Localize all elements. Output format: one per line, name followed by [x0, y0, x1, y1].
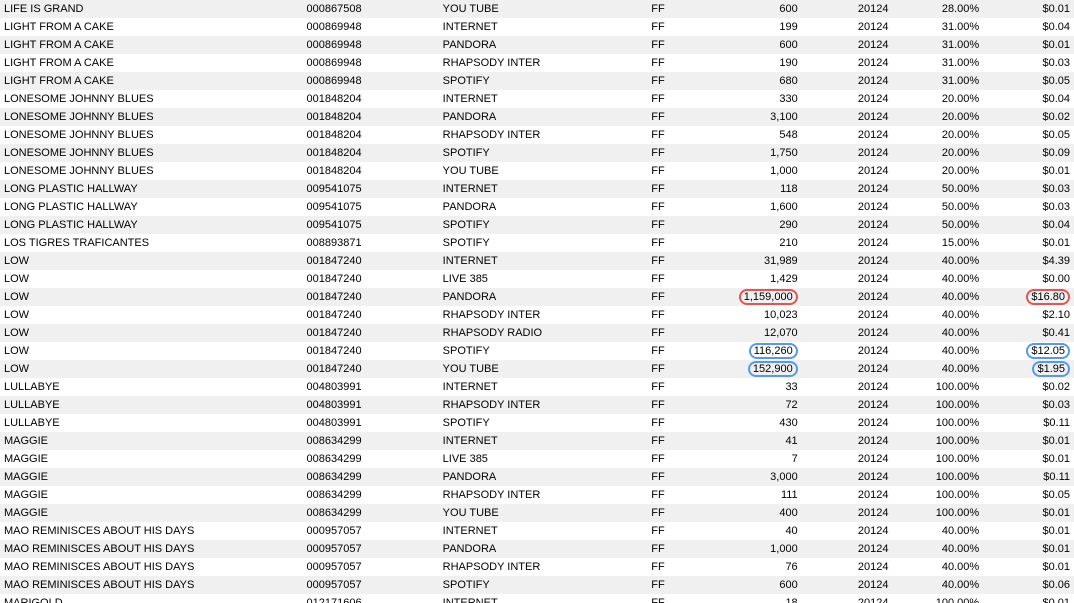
- table-row: LIGHT FROM A CAKE000869948RHAPSODY INTER…: [0, 54, 1074, 72]
- table-row: LIGHT FROM A CAKE000869948PANDORAFF60020…: [0, 36, 1074, 54]
- table-row: MAGGIE008634299RHAPSODY INTERFF111201241…: [0, 486, 1074, 504]
- table-row: LONESOME JOHNNY BLUES001848204PANDORAFF3…: [0, 108, 1074, 126]
- table-row: LOW001847240YOU TUBEFF152,9002012440.00%…: [0, 360, 1074, 378]
- table-row: MAGGIE008634299LIVE 385FF720124100.00%$0…: [0, 450, 1074, 468]
- table-row: MAO REMINISCES ABOUT HIS DAYS000957057IN…: [0, 522, 1074, 540]
- main-table-container[interactable]: LIFE IS GRAND000867508YOU TUBEFF60020124…: [0, 0, 1074, 603]
- table-row: LULLABYE004803991SPOTIFYFF43020124100.00…: [0, 414, 1074, 432]
- table-row: LOW001847240LIVE 385FF1,4292012440.00%$0…: [0, 270, 1074, 288]
- table-row: MAGGIE008634299INTERNETFF4120124100.00%$…: [0, 432, 1074, 450]
- table-row: LOW001847240RHAPSODY RADIOFF12,070201244…: [0, 324, 1074, 342]
- table-row: LOW001847240INTERNETFF31,9892012440.00%$…: [0, 252, 1074, 270]
- table-row: LOS TIGRES TRAFICANTES008893871SPOTIFYFF…: [0, 234, 1074, 252]
- table-row: LIGHT FROM A CAKE000869948INTERNETFF1992…: [0, 18, 1074, 36]
- table-row: LULLABYE004803991INTERNETFF3320124100.00…: [0, 378, 1074, 396]
- table-row: LONESOME JOHNNY BLUES001848204INTERNETFF…: [0, 90, 1074, 108]
- table-row: LIFE IS GRAND000867508YOU TUBEFF60020124…: [0, 0, 1074, 18]
- table-row: LONG PLASTIC HALLWAY009541075PANDORAFF1,…: [0, 198, 1074, 216]
- table-row: LOW001847240PANDORAFF1,159,0002012440.00…: [0, 288, 1074, 306]
- royalties-table: LIFE IS GRAND000867508YOU TUBEFF60020124…: [0, 0, 1074, 603]
- table-row: MAO REMINISCES ABOUT HIS DAYS000957057SP…: [0, 576, 1074, 594]
- table-row: LONESOME JOHNNY BLUES001848204SPOTIFYFF1…: [0, 144, 1074, 162]
- table-row: LONESOME JOHNNY BLUES001848204RHAPSODY I…: [0, 126, 1074, 144]
- table-row: MAGGIE008634299PANDORAFF3,00020124100.00…: [0, 468, 1074, 486]
- table-row: LOW001847240SPOTIFYFF116,2602012440.00%$…: [0, 342, 1074, 360]
- table-row: MAGGIE008634299YOU TUBEFF40020124100.00%…: [0, 504, 1074, 522]
- table-row: LONG PLASTIC HALLWAY009541075INTERNETFF1…: [0, 180, 1074, 198]
- table-row: LONG PLASTIC HALLWAY009541075SPOTIFYFF29…: [0, 216, 1074, 234]
- table-row: MARIGOLD012171606INTERNETFF1820124100.00…: [0, 594, 1074, 603]
- table-row: LULLABYE004803991RHAPSODY INTERFF7220124…: [0, 396, 1074, 414]
- table-row: LONESOME JOHNNY BLUES001848204YOU TUBEFF…: [0, 162, 1074, 180]
- table-row: LOW001847240RHAPSODY INTERFF10,023201244…: [0, 306, 1074, 324]
- table-row: LIGHT FROM A CAKE000869948SPOTIFYFF68020…: [0, 72, 1074, 90]
- table-row: MAO REMINISCES ABOUT HIS DAYS000957057PA…: [0, 540, 1074, 558]
- table-row: MAO REMINISCES ABOUT HIS DAYS000957057RH…: [0, 558, 1074, 576]
